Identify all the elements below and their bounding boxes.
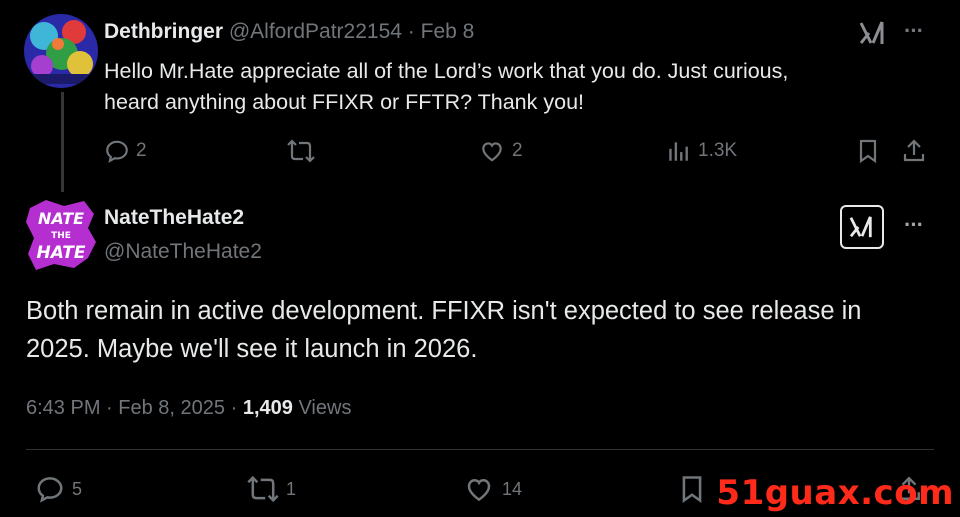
tweet-date[interactable]: Feb 8, 2025 <box>118 397 225 419</box>
main-more-options-icon[interactable]: ··· <box>904 212 924 238</box>
main-repost-count: 1 <box>286 478 297 499</box>
heart-icon <box>467 478 491 502</box>
meta-separator: · <box>106 397 113 419</box>
reply-count: 2 <box>136 140 147 161</box>
reply-tweet-bookmark-button[interactable] <box>856 138 880 164</box>
thread-connector-line <box>61 92 64 192</box>
main-reply-button[interactable]: 5 <box>34 474 82 504</box>
views-label: Views <box>298 397 352 419</box>
tweet-time[interactable]: 6:43 PM <box>26 397 100 419</box>
reply-icon <box>37 477 63 503</box>
reply-text-line-1: Hello Mr.Hate appreciate all of the Lord… <box>104 59 789 83</box>
reply-icon <box>106 140 128 163</box>
main-tweet-meta: 6:43 PM · Feb 8, 2025 · 1,409 Views <box>26 397 351 420</box>
reply-tweet-share-button[interactable] <box>902 138 926 164</box>
header-separator: · <box>407 20 415 43</box>
main-text-line-2: 2025. Maybe we'll see it launch in 2026. <box>26 335 478 363</box>
main-tweet-text: Both remain in active development. FFIXR… <box>26 292 861 368</box>
reply-tweet-repost-button[interactable] <box>286 138 322 164</box>
heart-icon <box>482 142 502 162</box>
main-like-count: 14 <box>502 478 523 499</box>
views-chart-icon <box>669 142 688 161</box>
avatar-text-line-3: HATE <box>37 243 86 263</box>
meta-separator-2: · <box>230 397 238 419</box>
main-author-name[interactable]: NateTheHate2 <box>104 206 244 230</box>
actions-divider <box>26 449 934 450</box>
grok-icon <box>849 216 872 238</box>
reply-author-handle[interactable]: @AlfordPatr22154 <box>229 20 402 43</box>
reply-tweet-like-button[interactable]: 2 <box>478 138 523 164</box>
bookmark-icon <box>859 139 877 164</box>
reply-date[interactable]: Feb 8 <box>421 20 475 43</box>
main-like-button[interactable]: 14 <box>462 474 522 504</box>
grok-button[interactable] <box>840 205 884 249</box>
reply-tweet-header: Dethbringer @AlfordPatr22154 · Feb 8 <box>104 20 474 44</box>
more-options-icon[interactable]: ··· <box>904 18 924 44</box>
avatar-text-line-1: NATE <box>38 209 84 228</box>
reply-text-line-2: heard anything about FFIXR or FFTR? Than… <box>104 90 585 114</box>
reply-tweet-reply-button[interactable]: 2 <box>104 138 147 164</box>
grok-icon[interactable] <box>858 20 888 51</box>
reply-tweet-text: Hello Mr.Hate appreciate all of the Lord… <box>104 56 788 118</box>
main-text-line-1: Both remain in active development. FFIXR… <box>26 297 862 325</box>
main-reply-count: 5 <box>72 478 83 499</box>
share-icon <box>903 139 925 162</box>
main-bookmark-button[interactable] <box>678 474 706 504</box>
bookmark-icon <box>682 476 702 504</box>
views-number: 1,409 <box>242 397 293 419</box>
views-count: 1.3K <box>698 140 738 161</box>
like-count: 2 <box>512 140 523 161</box>
repost-icon <box>287 139 315 163</box>
main-repost-button[interactable]: 1 <box>246 474 296 504</box>
reply-tweet-views-button[interactable]: 1.3K <box>666 138 737 164</box>
reply-author-name[interactable]: Dethbringer <box>104 20 223 43</box>
tweet-page: Dethbringer @AlfordPatr22154 · Feb 8 ···… <box>0 0 960 517</box>
main-author-handle[interactable]: @NateTheHate2 <box>104 240 262 264</box>
dethbringer-avatar[interactable] <box>24 14 98 88</box>
avatar-text-line-2: THE <box>51 231 71 241</box>
repost-icon <box>247 475 279 503</box>
site-watermark: 51guax.com <box>716 473 954 513</box>
natethehate-avatar[interactable]: NATE THE HATE <box>24 198 98 272</box>
